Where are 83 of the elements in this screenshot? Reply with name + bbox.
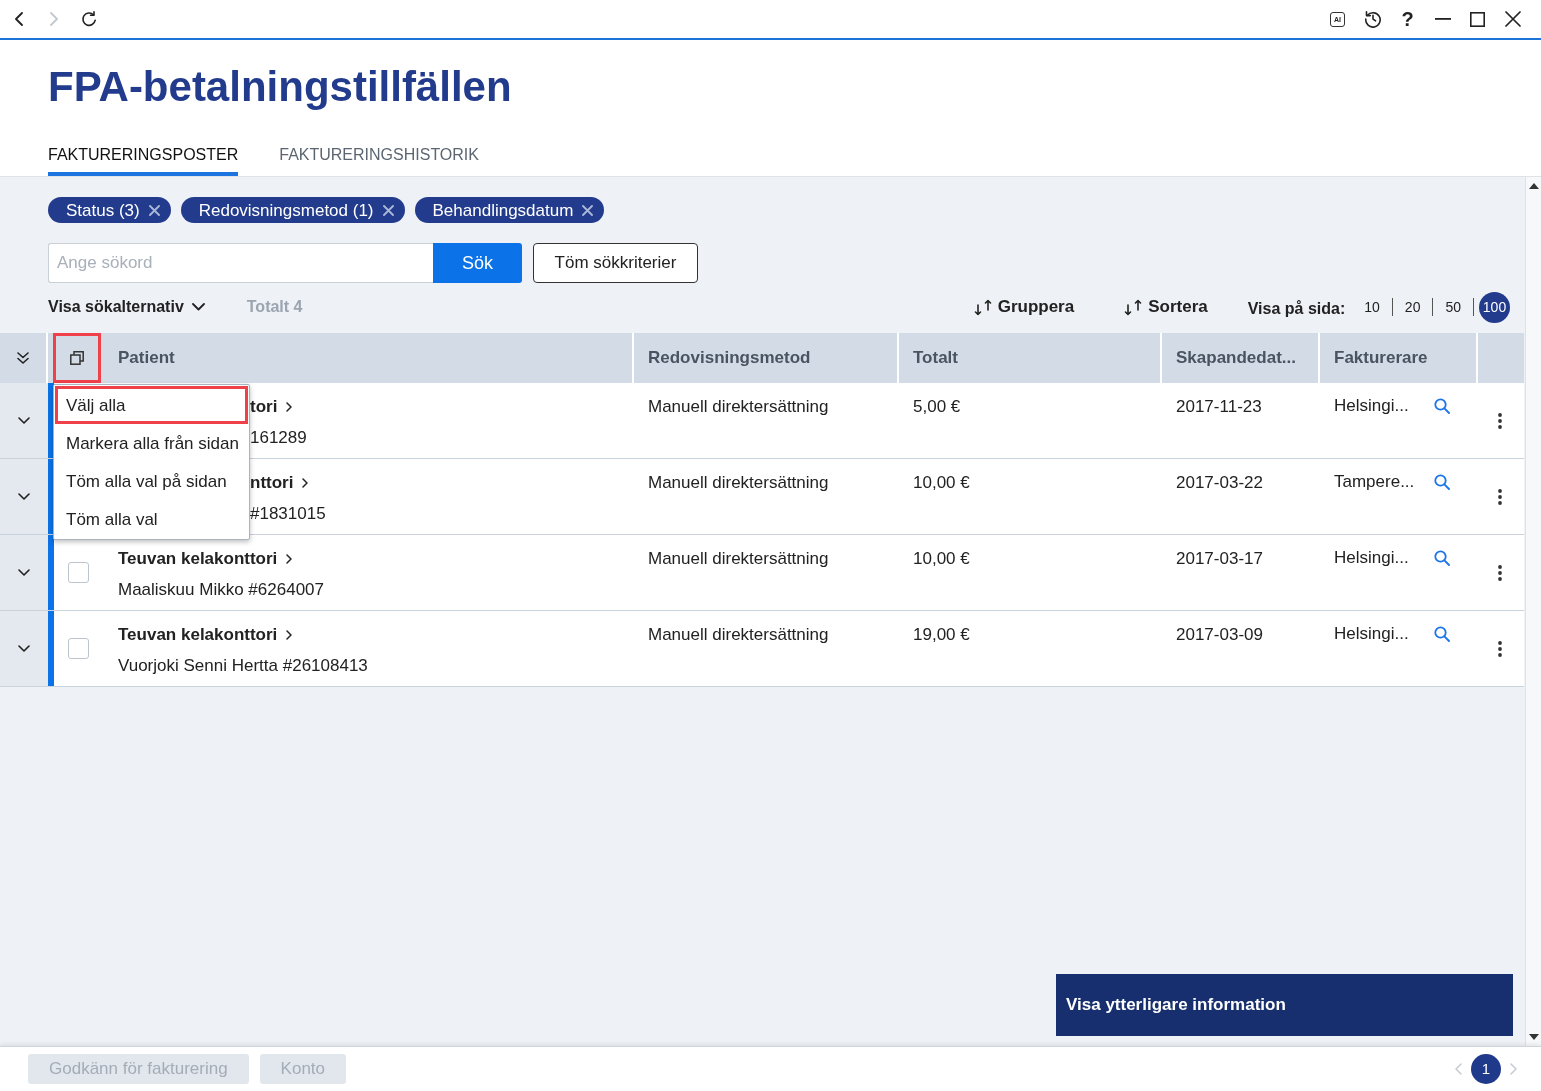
office-link[interactable]: tori (250, 395, 293, 419)
patient-name: #1831015 (250, 502, 326, 525)
menu-item[interactable]: Välj alla (55, 386, 248, 424)
search-field[interactable]: Ange sökord (48, 243, 433, 283)
created-date: 2017-03-22 (1176, 473, 1263, 492)
page-title: FPA-betalningstillfällen (48, 62, 513, 112)
help-button[interactable]: ? (1401, 9, 1414, 29)
biller-name: Helsingi... (1334, 547, 1409, 569)
history-icon[interactable] (1363, 10, 1382, 28)
search-button[interactable]: Sök (433, 243, 522, 283)
search-icon[interactable] (1434, 626, 1450, 642)
minimize-icon[interactable] (1434, 18, 1451, 20)
chevron-down-icon[interactable] (18, 417, 30, 424)
total-amount: 10,00 € (913, 549, 970, 568)
biller-name: Tampere... (1334, 471, 1415, 493)
page-number[interactable]: 1 (1471, 1054, 1501, 1084)
chevron-down-icon[interactable] (191, 303, 205, 311)
office-link[interactable]: Teuvan kelakonttori (118, 547, 293, 571)
scroll-up-icon[interactable] (1528, 183, 1539, 189)
column-header: Redovisningsmetod (648, 347, 811, 370)
chevron-down-icon[interactable] (18, 493, 30, 500)
filter-chip[interactable]: Status (3) (48, 197, 171, 223)
group-button[interactable]: Gruppera (973, 294, 1075, 320)
payment-method-text: Manuell direktersättning (648, 549, 829, 568)
checkbox[interactable] (68, 562, 89, 583)
page-size-option[interactable]: 50 (1433, 300, 1473, 314)
vertical-dots-icon[interactable] (1498, 488, 1502, 505)
chevron-right-icon[interactable] (302, 478, 309, 488)
sort-arrows-icon (973, 298, 992, 316)
total-count: Totalt 4 (246, 297, 303, 317)
payment-method-text: Manuell direktersättning (648, 625, 829, 644)
sort-button[interactable]: Sortera (1124, 294, 1208, 320)
total-amount: 5,00 € (913, 397, 961, 416)
biller-name: Helsingi... (1334, 395, 1409, 417)
tab[interactable]: FAKTURERINGSHISTORIK (279, 145, 479, 176)
patient-name: Vuorjoki Senni Hertta #26108413 (118, 654, 368, 677)
per-page-label: Visa på sida: (1247, 298, 1346, 319)
office-link[interactable]: nttori (250, 471, 309, 495)
sort-arrows-icon (1124, 298, 1143, 316)
vertical-dots-icon[interactable] (1498, 564, 1502, 581)
stacked-squares-icon (70, 351, 84, 365)
column-header: Fakturerare (1334, 347, 1428, 370)
column-header: Totalt (913, 347, 958, 370)
patient-name: 161289 (250, 426, 307, 449)
maximize-icon[interactable] (1470, 11, 1485, 27)
patient-name: Maaliskuu Mikko #6264007 (118, 578, 324, 601)
close-icon[interactable] (1504, 11, 1521, 27)
scrollbar[interactable] (1525, 177, 1541, 1046)
clear-criteria-button[interactable]: Töm sökkriterier (533, 243, 698, 283)
search-options-toggle[interactable]: Visa sökalternativ (48, 295, 205, 319)
biller-name: Helsingi... (1334, 623, 1409, 645)
payment-method-text: Manuell direktersättning (648, 473, 829, 492)
back-icon[interactable] (14, 12, 23, 26)
scroll-down-icon[interactable] (1528, 1034, 1539, 1040)
chevron-down-icon[interactable] (18, 645, 30, 652)
checkbox[interactable] (68, 638, 89, 659)
payment-method-text: Manuell direktersättning (648, 397, 829, 416)
page-size-option[interactable]: 10 (1352, 300, 1392, 314)
page-size-option[interactable]: 20 (1392, 300, 1433, 314)
created-date: 2017-11-23 (1176, 397, 1262, 416)
chevron-down-icon[interactable] (18, 569, 30, 576)
total-amount: 10,00 € (913, 473, 970, 492)
filter-chip[interactable]: Behandlingsdatum (414, 197, 605, 223)
more-info-button[interactable]: Visa ytterligare information (1056, 974, 1513, 1036)
filter-chip[interactable]: Redovisningsmetod (1) (180, 197, 405, 223)
total-amount: 19,00 € (913, 625, 970, 644)
vertical-dots-icon[interactable] (1498, 640, 1502, 657)
page-size-option[interactable]: 100 (1479, 291, 1510, 323)
column-header: Skapandedat... (1176, 347, 1296, 370)
created-date: 2017-03-17 (1176, 549, 1263, 568)
select-menu-button[interactable] (53, 333, 101, 383)
column-header: Patient (118, 347, 175, 370)
created-date: 2017-03-09 (1176, 625, 1263, 644)
chevron-right-icon[interactable] (286, 402, 293, 412)
double-chevron-down-icon[interactable] (17, 352, 29, 364)
vertical-dots-icon[interactable] (1498, 412, 1502, 429)
search-icon[interactable] (1434, 550, 1450, 566)
search-icon[interactable] (1434, 398, 1450, 414)
chevron-right-icon[interactable] (286, 630, 293, 640)
chevron-right-icon[interactable] (286, 554, 293, 564)
reload-icon[interactable] (80, 11, 97, 27)
search-icon[interactable] (1434, 474, 1450, 490)
office-link[interactable]: Teuvan kelakonttori (118, 623, 293, 647)
